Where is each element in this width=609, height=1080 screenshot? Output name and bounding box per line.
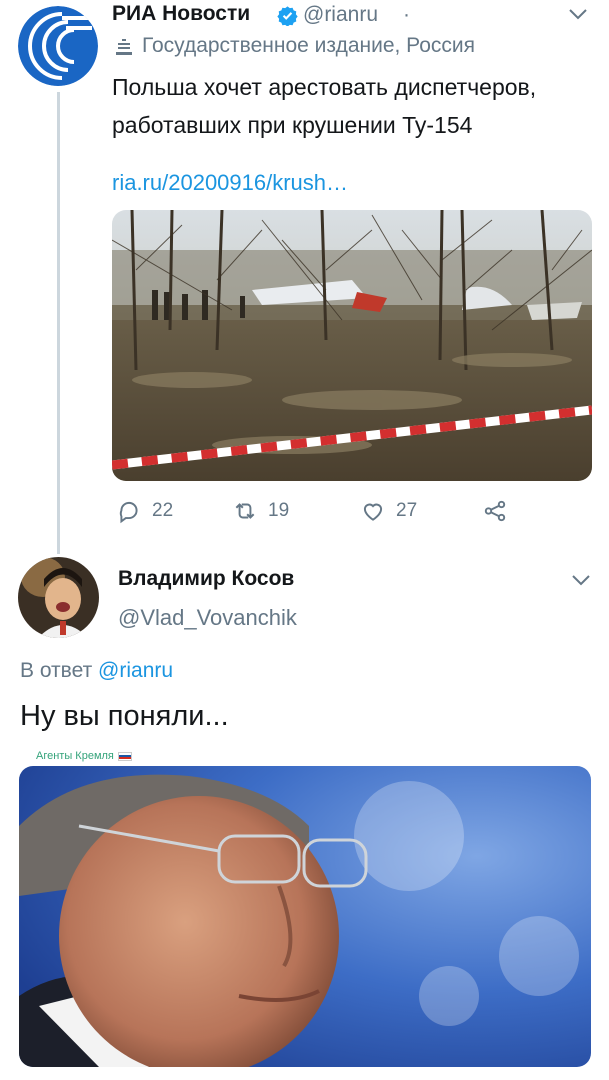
retweet-icon — [235, 503, 255, 519]
heart-icon — [363, 503, 383, 521]
share-icon — [484, 500, 506, 522]
like-button[interactable]: 27 — [360, 497, 417, 525]
russia-flag-icon — [117, 751, 132, 761]
crash-site-photo[interactable] — [112, 210, 592, 481]
chevron-down-icon[interactable] — [567, 6, 589, 22]
tweet-author-handle[interactable]: @rianru — [303, 3, 378, 27]
reply-text: Ну вы поняли... — [20, 700, 229, 732]
reply-button[interactable]: 22 — [116, 497, 173, 525]
reply-mention-link[interactable]: @rianru — [98, 659, 173, 682]
reply-photo[interactable] — [19, 766, 591, 1067]
retweet-button[interactable]: 19 — [232, 497, 289, 525]
tweet-text: Польша хочет арестовать диспетчеров, раб… — [112, 74, 537, 138]
reply-icon — [119, 501, 138, 524]
separator-dot: · — [403, 3, 410, 26]
share-button[interactable] — [482, 497, 508, 525]
chevron-down-icon[interactable] — [570, 572, 592, 588]
watermark-text: Агенты Кремля — [36, 750, 114, 762]
reply-author-handle[interactable]: @Vlad_Vovanchik — [118, 605, 297, 631]
thread-connector-line — [57, 92, 60, 554]
tweet-link[interactable]: ria.ru/20200916/krush… — [112, 170, 348, 196]
like-count: 27 — [396, 500, 418, 521]
reply-count: 22 — [152, 500, 174, 521]
reply-author-avatar[interactable] — [18, 557, 99, 638]
reply-author-name[interactable]: Владимир Косов — [118, 567, 294, 591]
retweet-count: 19 — [268, 500, 290, 521]
verified-badge-icon — [277, 5, 298, 27]
state-media-label[interactable]: Государственное издание, Россия — [142, 34, 475, 58]
reply-context: В ответ @rianru — [20, 659, 173, 683]
reply-prefix: В ответ — [20, 659, 93, 682]
ria-avatar[interactable] — [18, 6, 98, 86]
image-watermark: Агенты Кремля — [36, 750, 132, 762]
tweet-author-name[interactable]: РИА Новости — [112, 2, 250, 26]
state-media-icon — [114, 38, 134, 58]
